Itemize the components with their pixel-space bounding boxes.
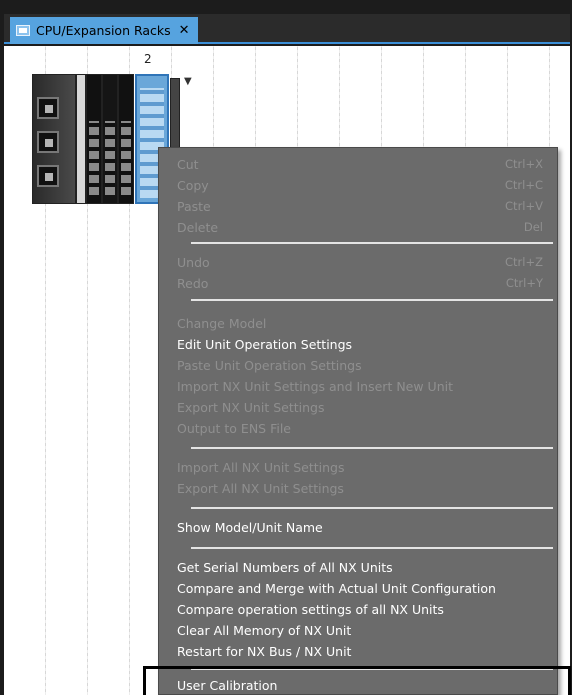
menu-item-get-serial-numbers[interactable]: Get Serial Numbers of All NX Units	[177, 557, 543, 577]
rack-tab-icon	[16, 25, 30, 36]
nx-unit-slot[interactable]	[118, 74, 134, 204]
menu-item-shortcut: Del	[523, 220, 543, 234]
menu-item-compare-and-merge[interactable]: Compare and Merge with Actual Unit Confi…	[177, 578, 543, 598]
terminal-block	[89, 121, 99, 195]
menu-item-label: Edit Unit Operation Settings	[177, 336, 353, 352]
menu-item-export-nx-unit-settings[interactable]: Export NX Unit Settings	[177, 397, 543, 417]
menu-item-shortcut: Ctrl+Y	[505, 276, 543, 290]
ethernet-port-icon	[37, 165, 59, 187]
context-menu: Cut Ctrl+X Copy Ctrl+C Paste Ctrl+V Dele…	[158, 147, 558, 695]
menu-item-label: Get Serial Numbers of All NX Units	[177, 559, 393, 575]
ethernet-port-icon	[37, 131, 59, 153]
menu-item-clear-all-memory[interactable]: Clear All Memory of NX Unit	[177, 620, 543, 640]
menu-item-label: Cut	[177, 156, 199, 172]
terminal-block	[105, 121, 115, 195]
menu-item-import-nx-unit-settings-insert[interactable]: Import NX Unit Settings and Insert New U…	[177, 376, 543, 396]
menu-separator	[191, 299, 553, 301]
menu-item-label: Copy	[177, 177, 209, 193]
menu-item-redo[interactable]: Redo Ctrl+Y	[177, 273, 543, 293]
menu-separator	[191, 242, 553, 244]
menu-item-edit-unit-operation-settings[interactable]: Edit Unit Operation Settings	[177, 334, 543, 354]
menu-separator	[191, 447, 553, 449]
menu-item-compare-operation-settings[interactable]: Compare operation settings of all NX Uni…	[177, 599, 543, 619]
menu-item-show-model-unit-name[interactable]: Show Model/Unit Name	[177, 517, 543, 537]
menu-item-copy[interactable]: Copy Ctrl+C	[177, 175, 543, 195]
nx-unit-slot[interactable]	[102, 74, 118, 204]
menu-item-label: Compare operation settings of all NX Uni…	[177, 601, 444, 617]
ethernet-port-icon	[37, 97, 59, 119]
menu-item-output-to-ens-file[interactable]: Output to ENS File	[177, 418, 543, 438]
menu-item-label: Show Model/Unit Name	[177, 519, 323, 535]
menu-separator	[191, 507, 553, 509]
menu-item-restart-nx-bus[interactable]: Restart for NX Bus / NX Unit	[177, 641, 543, 661]
menu-item-export-all-nx-unit-settings[interactable]: Export All NX Unit Settings	[177, 478, 543, 498]
menu-item-label: Output to ENS File	[177, 420, 291, 436]
menu-item-undo[interactable]: Undo Ctrl+Z	[177, 252, 543, 272]
tab-cpu-expansion-racks[interactable]: CPU/Expansion Racks ✕	[10, 17, 198, 44]
menu-item-label: Import All NX Unit Settings	[177, 459, 345, 475]
menu-item-label: Change Model	[177, 315, 267, 331]
cpu-unit[interactable]	[32, 74, 76, 204]
menu-item-label: Paste Unit Operation Settings	[177, 357, 362, 373]
menu-item-label: Export NX Unit Settings	[177, 399, 325, 415]
menu-item-paste-unit-operation-settings[interactable]: Paste Unit Operation Settings	[177, 355, 543, 375]
menu-item-label: Paste	[177, 198, 211, 214]
menu-item-label: Import NX Unit Settings and Insert New U…	[177, 378, 454, 394]
menu-item-label: Delete	[177, 219, 219, 235]
nx-unit-slot[interactable]	[86, 74, 102, 204]
tab-title: CPU/Expansion Racks	[36, 23, 171, 38]
window-frame: CPU/Expansion Racks ✕ 2 ▼ Cut Ctrl+X Cop…	[0, 0, 572, 695]
menu-item-delete[interactable]: Delete Del	[177, 217, 543, 237]
menu-item-label: Undo	[177, 254, 210, 270]
menu-item-cut[interactable]: Cut Ctrl+X	[177, 154, 543, 174]
slot-number-label: 2	[144, 52, 152, 66]
menu-item-change-model[interactable]: Change Model	[177, 313, 543, 333]
menu-item-shortcut: Ctrl+X	[505, 157, 543, 171]
menu-item-paste[interactable]: Paste Ctrl+V	[177, 196, 543, 216]
menu-item-label: Restart for NX Bus / NX Unit	[177, 643, 352, 659]
tab-strip: CPU/Expansion Racks ✕	[4, 14, 570, 44]
menu-item-label: Clear All Memory of NX Unit	[177, 622, 352, 638]
cpu-unit-side	[76, 74, 86, 204]
terminal-block	[121, 121, 131, 195]
highlight-callout-box	[143, 666, 571, 695]
dropdown-arrow-icon[interactable]: ▼	[184, 76, 192, 87]
menu-item-shortcut: Ctrl+Z	[505, 255, 543, 269]
menu-item-label: Compare and Merge with Actual Unit Confi…	[177, 580, 496, 596]
menu-item-shortcut: Ctrl+C	[504, 178, 543, 192]
close-icon[interactable]: ✕	[179, 23, 190, 38]
menu-separator	[191, 547, 553, 549]
menu-item-label: Export All NX Unit Settings	[177, 480, 344, 496]
menu-item-import-all-nx-unit-settings[interactable]: Import All NX Unit Settings	[177, 457, 543, 477]
menu-item-label: Redo	[177, 275, 209, 291]
menu-item-shortcut: Ctrl+V	[505, 199, 543, 213]
